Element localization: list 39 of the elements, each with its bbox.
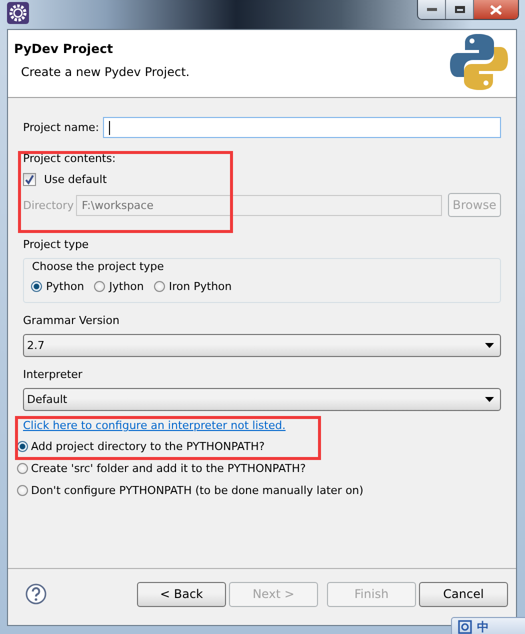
dropdown-arrow-icon — [485, 397, 494, 402]
input-mode-label[interactable]: 中 — [477, 618, 489, 634]
group-label: Choose the project type — [32, 260, 165, 273]
grammar-dropdown[interactable]: 2.7 — [23, 334, 501, 357]
ime-logo-icon — [458, 620, 472, 634]
radio-label[interactable]: Add project directory to the PYTHONPATH? — [31, 440, 265, 453]
configure-interpreter-link[interactable]: Click here to configure an interpreter not listed. — [23, 419, 286, 432]
project-name-field[interactable] — [103, 117, 501, 138]
field-label: Project name: — [23, 121, 100, 134]
radio-label[interactable]: Python — [46, 280, 84, 293]
radio-button[interactable] — [17, 485, 28, 496]
help-icon[interactable] — [25, 583, 47, 605]
radio-label[interactable]: Jython — [109, 280, 144, 293]
section-label: Project type — [23, 237, 90, 252]
wizard-button[interactable]: Cancel — [419, 582, 508, 606]
close-icon — [490, 4, 502, 14]
radio-button[interactable] — [17, 463, 28, 474]
radio-button[interactable] — [154, 281, 165, 292]
minimize-button[interactable] — [418, 0, 446, 19]
page-title: PyDev Project — [14, 41, 114, 56]
close-button[interactable] — [474, 0, 518, 19]
page-description: Create a new Pydev Project. — [21, 65, 190, 79]
gear-icon — [7, 2, 29, 24]
radio-button[interactable] — [17, 441, 28, 452]
section-label: Interpreter — [23, 367, 84, 382]
wizard-button[interactable]: < Back — [137, 582, 226, 606]
radio-button[interactable] — [31, 281, 42, 292]
section-label: Grammar Version — [23, 313, 120, 328]
field-label: Directory — [23, 198, 74, 212]
radio-button[interactable] — [94, 281, 106, 292]
interpreter-dropdown[interactable]: Default — [23, 388, 501, 411]
dropdown-arrow-icon — [485, 343, 494, 348]
section-label: Project contents: — [23, 151, 117, 166]
checkbox[interactable] — [23, 173, 36, 186]
radio-label[interactable]: Don't configure PYTHONPATH (to be done manually later on) — [31, 484, 364, 497]
maximize-button[interactable] — [446, 0, 474, 19]
checkbox-label[interactable]: Use default — [44, 173, 107, 186]
radio-label[interactable]: Iron Python — [168, 280, 232, 293]
radio-label[interactable]: Create 'src' folder and add it to the PYTHONPATH? — [31, 462, 306, 475]
